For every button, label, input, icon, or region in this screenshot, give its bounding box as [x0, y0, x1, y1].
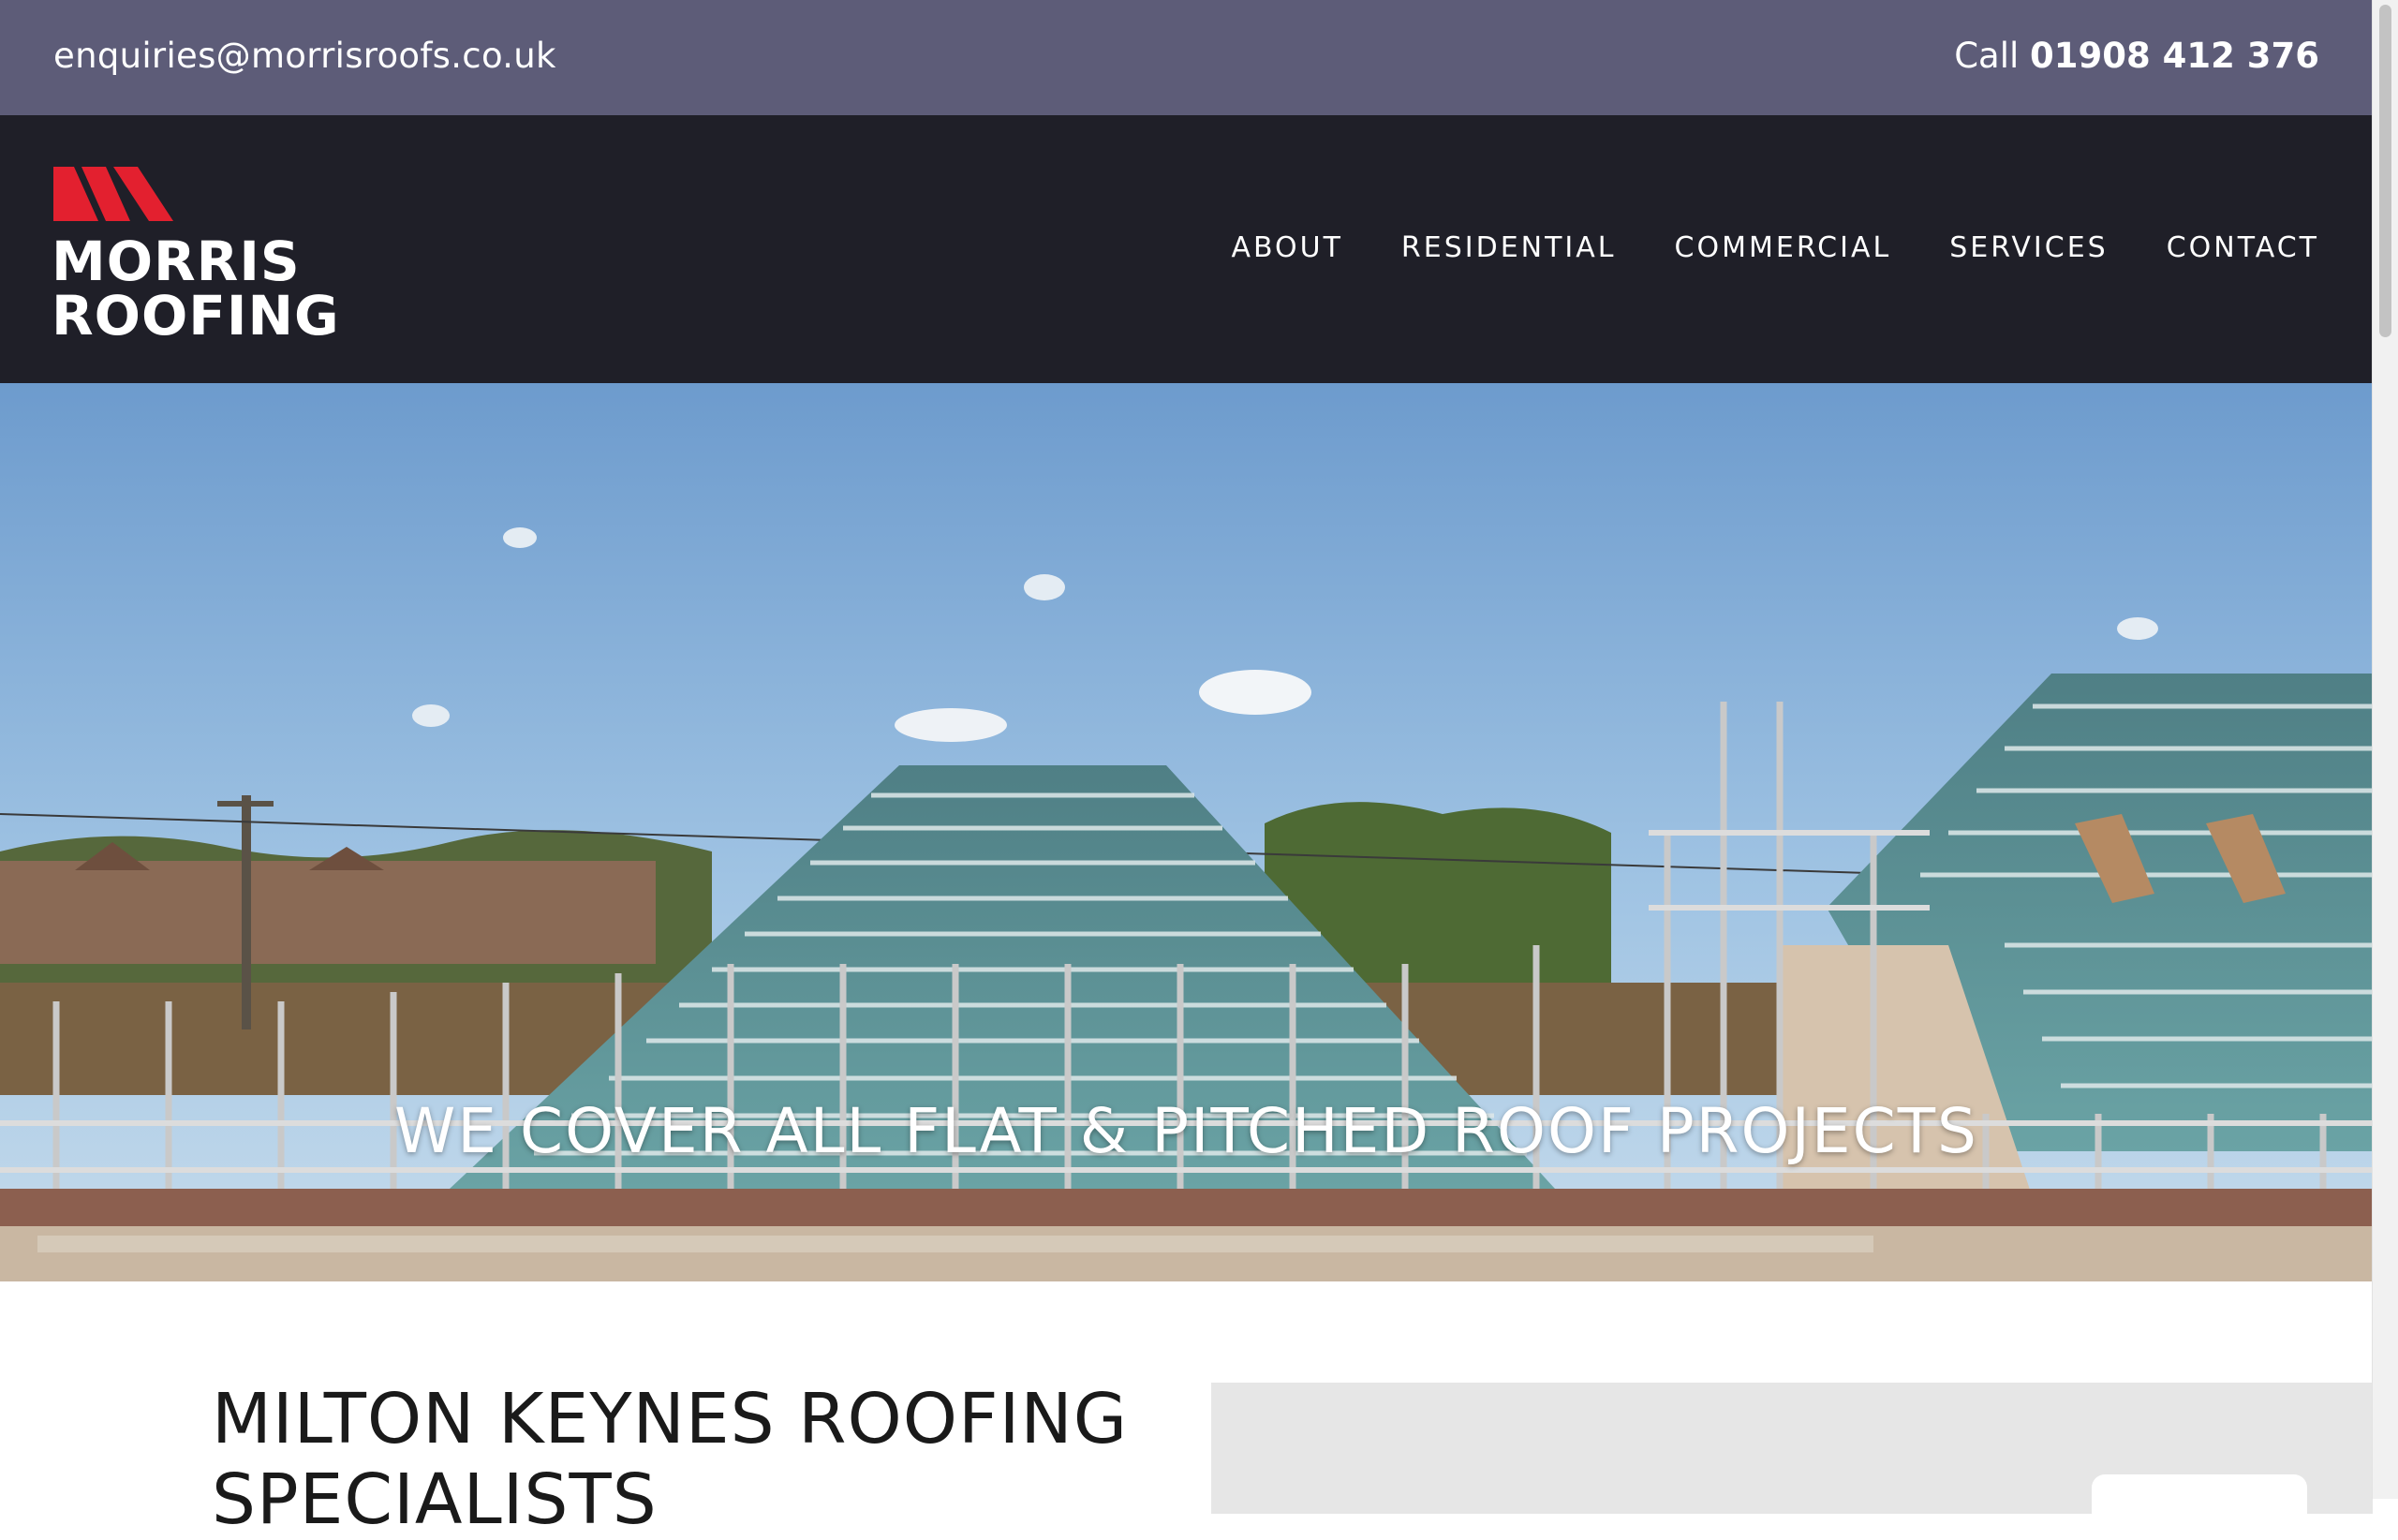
logo-word-morris: MORRIS: [52, 230, 301, 293]
panel-card: [2092, 1474, 2307, 1531]
phone-prefix: Call: [1954, 36, 2020, 76]
nav-commercial[interactable]: COMMERCIAL: [1675, 231, 1892, 264]
nav-about[interactable]: ABOUT: [1231, 231, 1342, 264]
phone-number[interactable]: 01908 412 376: [2030, 36, 2319, 76]
page-heading-line1: MILTON KEYNES ROOFING: [212, 1379, 1129, 1459]
hero-tagline: WE COVER ALL FLAT & PITCHED ROOF PROJECT…: [394, 1095, 1978, 1167]
top-contact-bar: enquiries@morrisroofs.co.uk Call 01908 4…: [0, 0, 2373, 115]
logo-word-roofing: ROOFING: [52, 284, 340, 348]
site-header: MORRIS ROOFING ABOUT RESIDENTIAL COMMERC…: [0, 115, 2373, 383]
scrollbar-thumb[interactable]: [2379, 5, 2391, 337]
nav-contact[interactable]: CONTACT: [2167, 231, 2319, 264]
nav-residential[interactable]: RESIDENTIAL: [1401, 231, 1617, 264]
morris-roofing-logo[interactable]: MORRIS ROOFING: [52, 167, 339, 343]
main-navigation: ABOUT RESIDENTIAL COMMERCIAL SERVICES CO…: [1231, 231, 2319, 264]
page-scrollbar[interactable]: [2372, 0, 2398, 1499]
hero-banner: WE COVER ALL FLAT & PITCHED ROOF PROJECT…: [0, 383, 2373, 1281]
nav-services[interactable]: SERVICES: [1949, 231, 2109, 264]
roof-logo-icon: [53, 167, 173, 221]
page-heading-line2: SPECIALISTS: [212, 1459, 658, 1540]
page-heading: MILTON KEYNES ROOFING SPECIALISTS: [212, 1379, 1128, 1540]
intro-media-panel: [1211, 1383, 2373, 1531]
email-link[interactable]: enquiries@morrisroofs.co.uk: [53, 36, 556, 76]
phone-contact[interactable]: Call 01908 412 376: [1954, 36, 2319, 76]
